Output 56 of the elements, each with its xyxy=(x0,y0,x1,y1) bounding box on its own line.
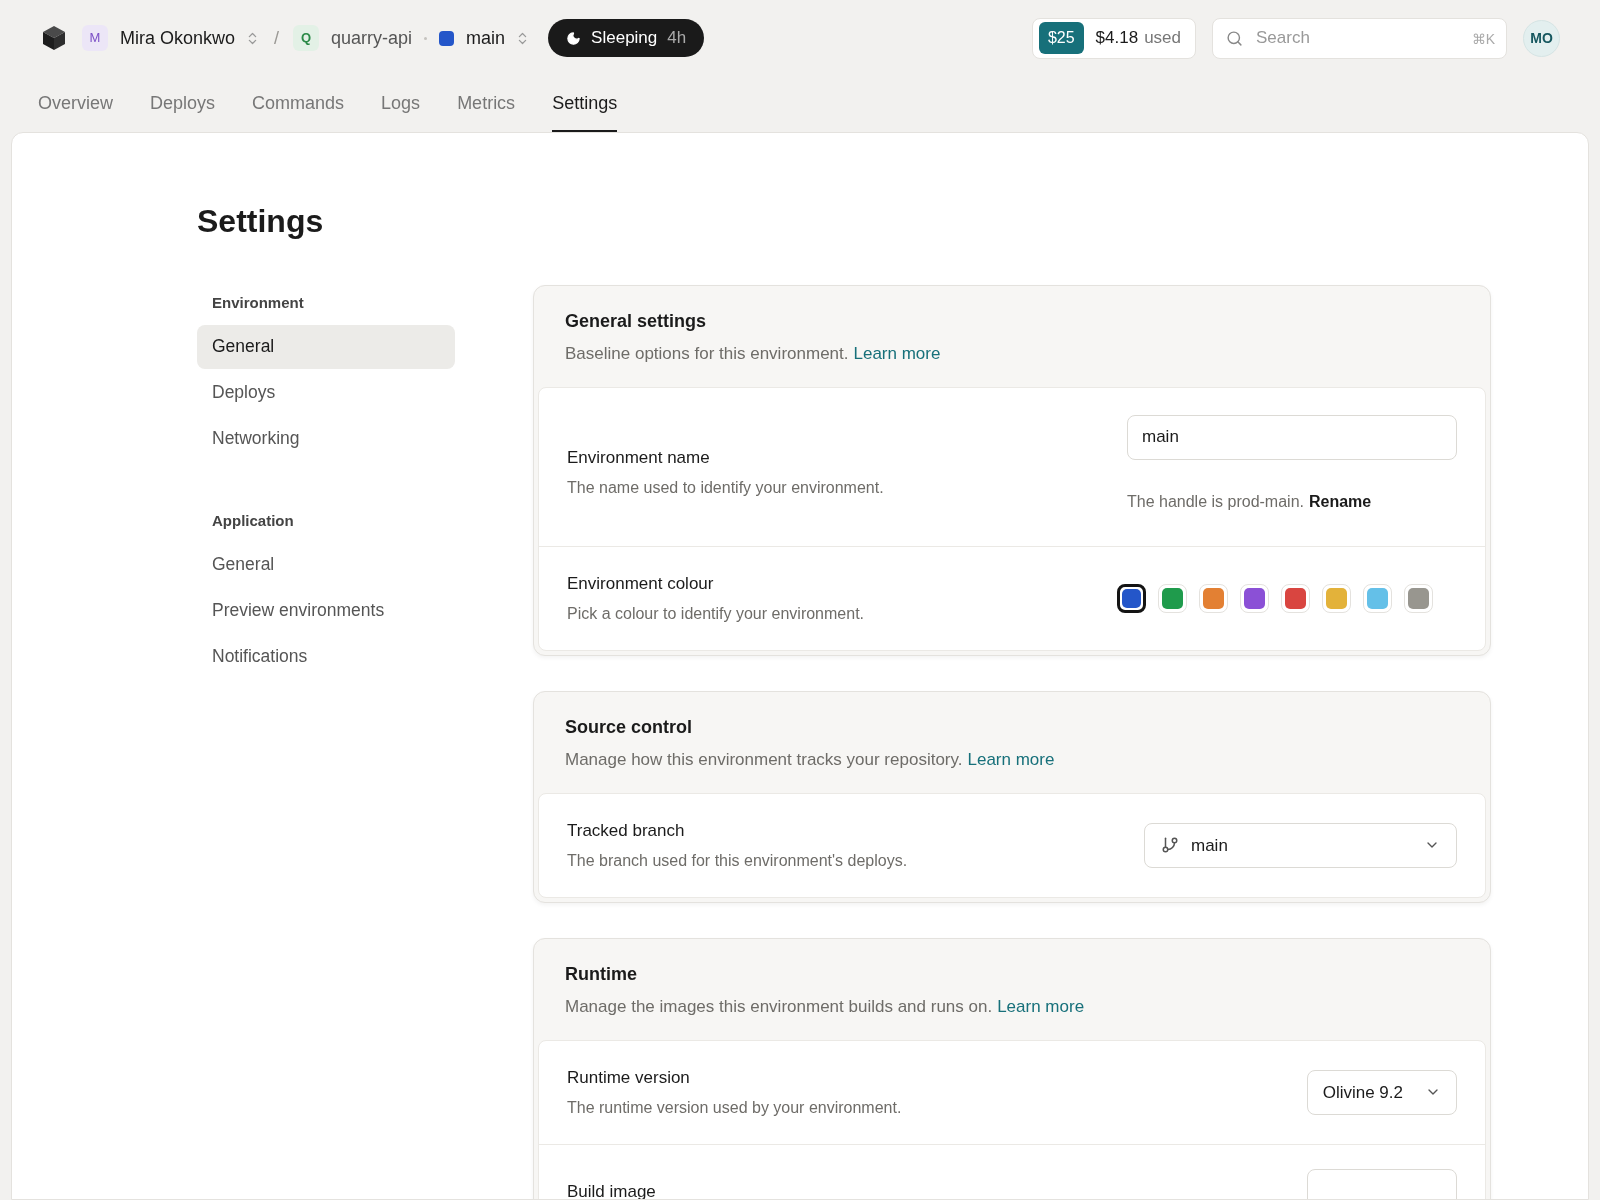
breadcrumb-separator: / xyxy=(274,26,280,50)
branch-icon xyxy=(1161,836,1179,855)
status-duration: 4h xyxy=(667,27,687,50)
setting-description: The runtime version used by your environment. xyxy=(567,1098,902,1118)
project-link[interactable]: quarry-api xyxy=(331,24,413,52)
cube-logo-icon[interactable] xyxy=(40,24,68,52)
environment-switcher[interactable]: main xyxy=(466,24,506,52)
status-label: Sleeping xyxy=(591,27,658,50)
handle-hint: The handle is prod-main. xyxy=(1127,491,1304,512)
credit-used-label: used xyxy=(1144,27,1181,50)
card-description: Baseline options for this environment. xyxy=(565,343,849,365)
environment-name-field[interactable]: main xyxy=(1127,414,1457,460)
search-icon xyxy=(1226,29,1243,47)
sidebar-item[interactable]: General xyxy=(197,324,455,369)
sidebar-item[interactable]: Notifications xyxy=(197,634,455,678)
setting-label: Tracked branch xyxy=(567,819,686,842)
sidebar-item[interactable]: Networking xyxy=(197,416,455,461)
sidebar-heading: Environment xyxy=(211,293,305,313)
project-avatar: Q xyxy=(293,25,320,51)
sidebar-item[interactable]: General xyxy=(197,542,455,586)
org-avatar: M xyxy=(82,25,108,51)
card-title: General settings xyxy=(565,310,708,333)
setting-label: Runtime version xyxy=(567,1066,691,1089)
credit-widget[interactable]: $25 $4.18 used xyxy=(1031,17,1196,59)
credit-badge: $25 xyxy=(1038,22,1084,54)
setting-description: Pick a colour to identify your environment. xyxy=(567,604,865,624)
card-description: Manage how this environment tracks your repository. xyxy=(565,749,963,771)
page-title: Settings xyxy=(197,205,325,237)
nav-tab[interactable]: Overview xyxy=(38,88,113,132)
sidebar-heading: Application xyxy=(211,510,295,531)
nav-tab[interactable]: Deploys xyxy=(150,88,216,132)
nav-tab[interactable]: Commands xyxy=(252,88,345,132)
card-title: Runtime xyxy=(565,963,638,986)
version-select[interactable]: Olivine 9.2 xyxy=(1306,1069,1457,1115)
card-title: Source control xyxy=(565,716,694,739)
credit-used-amount: $4.18 xyxy=(1095,27,1139,50)
sidebar-item[interactable]: Deploys xyxy=(197,370,455,415)
org-switcher[interactable]: Mira Okonkwo xyxy=(120,24,236,52)
user-avatar[interactable]: MO xyxy=(1523,19,1560,57)
learn-more-link[interactable]: Learn more xyxy=(967,747,1055,773)
learn-more-link[interactable]: Learn more xyxy=(853,341,941,367)
setting-description: The branch used for this environment's deploys. xyxy=(567,851,908,871)
sidebar-item[interactable]: Preview environments xyxy=(197,588,455,632)
setting-label: Environment name xyxy=(567,446,711,469)
branch-select[interactable]: main xyxy=(1144,822,1457,868)
nav-tab[interactable]: Metrics xyxy=(457,88,516,132)
nav-tab[interactable]: Logs xyxy=(381,88,421,132)
colour-swatch[interactable] xyxy=(1117,583,1146,613)
shortcut-hint: ⌘K xyxy=(1471,29,1495,49)
moon-icon xyxy=(566,30,582,46)
learn-more-link[interactable]: Learn more xyxy=(997,994,1085,1020)
setting-description: The name used to identify your environment. xyxy=(567,478,884,498)
card-description: Manage the images this environment builds and runs on. xyxy=(565,996,993,1018)
rename-link[interactable]: Rename xyxy=(1309,489,1372,514)
setting-label: Environment colour xyxy=(567,572,715,595)
status-pill[interactable]: Sleeping 4h xyxy=(548,19,705,57)
